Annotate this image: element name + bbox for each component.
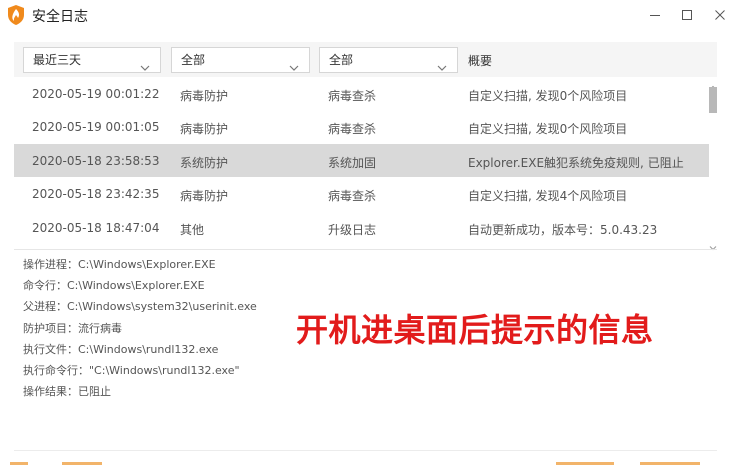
- table-row[interactable]: 2020-05-18 23:42:35 病毒防护 病毒查杀 自定义扫描, 发现4个风险…: [14, 177, 709, 210]
- row-time: 2020-05-19 00:01:22: [32, 87, 160, 101]
- row-type: 病毒防护: [180, 89, 229, 103]
- row-time: 2020-05-18 18:47:04: [32, 220, 160, 235]
- table-row[interactable]: 2020-05-19 00:01:05 病毒防护 病毒查杀 自定义扫描, 发现0个风险…: [14, 110, 709, 143]
- scroll-down-icon[interactable]: [709, 237, 717, 251]
- close-button[interactable]: [704, 0, 736, 30]
- row-subtype: 系统加固: [328, 155, 377, 170]
- detail-line: 执行文件：C:\Windows\rundl132.exe: [23, 342, 219, 356]
- row-subtype: 病毒查杀: [328, 89, 377, 103]
- row-type: 其他: [180, 222, 205, 237]
- log-table: 2020-05-19 00:01:22 病毒防护 病毒查杀 自定义扫描, 发现0个风险…: [14, 77, 709, 244]
- window-title: 安全日志: [32, 9, 88, 25]
- detail-panel: 操作进程：C:\Windows\Explorer.EXE 命令行：C:\Windo…: [23, 257, 257, 405]
- log-scrollbar[interactable]: [709, 77, 717, 251]
- divider: [14, 450, 717, 451]
- detail-line: 防护项目：流行病毒: [23, 321, 122, 335]
- filter-bar: 最近三天 全部 全部 概要: [14, 42, 717, 77]
- category-value: 全部: [181, 53, 206, 67]
- row-type: 病毒防护: [180, 189, 229, 204]
- time-range-dropdown[interactable]: 最近三天: [23, 47, 161, 73]
- detail-line: 命令行：C:\Windows\Explorer.EXE: [23, 279, 205, 293]
- minimize-icon: [649, 9, 661, 21]
- link-peek: [640, 462, 700, 465]
- maximize-icon: [681, 9, 693, 21]
- link-peek: [556, 462, 614, 465]
- link-peek: [10, 462, 28, 465]
- table-row[interactable]: 2020-05-19 00:01:22 病毒防护 病毒查杀 自定义扫描, 发现0个风险…: [14, 77, 709, 110]
- detail-line: 操作结果：已阻止: [23, 385, 111, 399]
- divider: [14, 249, 717, 250]
- row-summary: Explorer.EXE触犯系统免疫规则, 已阻止: [468, 155, 684, 170]
- maximize-button[interactable]: [671, 0, 703, 30]
- link-peek: [62, 462, 102, 465]
- row-subtype: 病毒查杀: [328, 122, 377, 137]
- detail-line: 父进程：C:\Windows\system32\userinit.exe: [23, 300, 257, 314]
- row-time: 2020-05-18 23:42:35: [32, 187, 160, 202]
- flame-shield-icon: [7, 5, 25, 25]
- row-subtype: 升级日志: [328, 222, 377, 237]
- category-dropdown[interactable]: 全部: [171, 47, 310, 73]
- annotation-text: 开机进桌面后提示的信息: [296, 311, 654, 349]
- table-row[interactable]: 2020-05-18 23:58:53 系统防护 系统加固 Explorer.EXE触…: [14, 143, 709, 178]
- close-icon: [714, 9, 726, 21]
- minimize-button[interactable]: [639, 0, 671, 30]
- bottom-bar: [0, 462, 742, 469]
- summary-column-header: 概要: [468, 54, 493, 68]
- row-subtype: 病毒查杀: [328, 189, 377, 204]
- row-summary: 自定义扫描, 发现4个风险项目: [468, 189, 628, 204]
- row-time: 2020-05-19 00:01:05: [32, 120, 160, 135]
- time-range-value: 最近三天: [33, 53, 82, 67]
- row-summary: 自定义扫描, 发现0个风险项目: [468, 89, 628, 103]
- scroll-up-icon[interactable]: [709, 77, 717, 90]
- row-summary: 自定义扫描, 发现0个风险项目: [468, 122, 628, 137]
- subcategory-value: 全部: [329, 53, 354, 67]
- title-bar: 安全日志: [0, 0, 742, 32]
- table-row[interactable]: 2020-05-18 18:47:04 其他 升级日志 自动更新成功，版本号：5.0.…: [14, 211, 709, 244]
- row-type: 系统防护: [180, 155, 229, 170]
- row-type: 病毒防护: [180, 122, 229, 137]
- row-summary: 自动更新成功，版本号：5.0.43.23: [468, 222, 658, 237]
- detail-line: 操作进程：C:\Windows\Explorer.EXE: [23, 258, 216, 271]
- subcategory-dropdown[interactable]: 全部: [319, 47, 458, 73]
- scroll-thumb[interactable]: [709, 87, 717, 113]
- row-time: 2020-05-18 23:58:53: [32, 153, 160, 168]
- detail-line: 执行命令行："C:\Windows\rundl132.exe": [23, 363, 240, 377]
